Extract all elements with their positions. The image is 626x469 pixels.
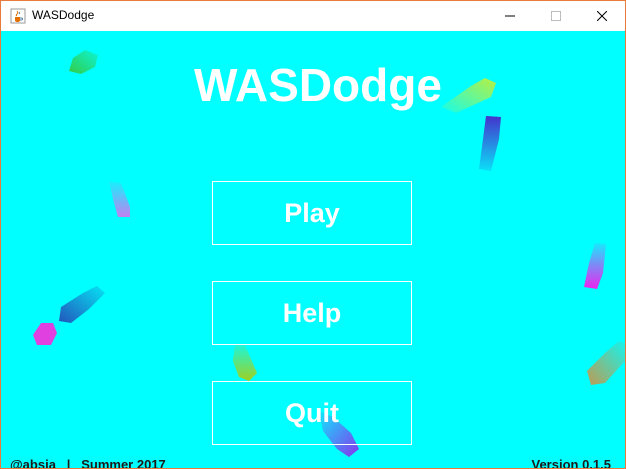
window-title: WASDodge	[32, 8, 95, 22]
game-canvas[interactable]: WASDodge Play Help Quit @absia | Summer …	[1, 31, 625, 469]
particle-pink	[33, 323, 57, 345]
game-window: WASDodge WASDodge Play Help Quit @absia …	[0, 0, 626, 469]
particle-lime	[233, 344, 257, 381]
maximize-button[interactable]	[533, 1, 579, 31]
help-button[interactable]: Help	[212, 281, 412, 345]
particle-violet	[109, 181, 130, 217]
maximize-icon	[551, 11, 561, 21]
particle-olive	[587, 341, 625, 385]
particle-indigo	[479, 116, 501, 171]
java-cup-icon	[10, 8, 26, 24]
quit-button[interactable]: Quit	[212, 381, 412, 445]
play-button[interactable]: Play	[212, 181, 412, 245]
version-text: Version 0.1.5	[531, 457, 612, 469]
particle-blue	[59, 286, 105, 323]
minimize-icon	[505, 15, 515, 17]
title-bar[interactable]: WASDodge	[1, 1, 625, 31]
close-button[interactable]	[579, 1, 625, 31]
game-title: WASDodge	[194, 59, 442, 111]
particle-magenta	[584, 243, 606, 289]
credit-text: @absia | Summer 2017	[10, 457, 166, 469]
minimize-button[interactable]	[487, 1, 533, 31]
close-icon	[597, 11, 607, 21]
